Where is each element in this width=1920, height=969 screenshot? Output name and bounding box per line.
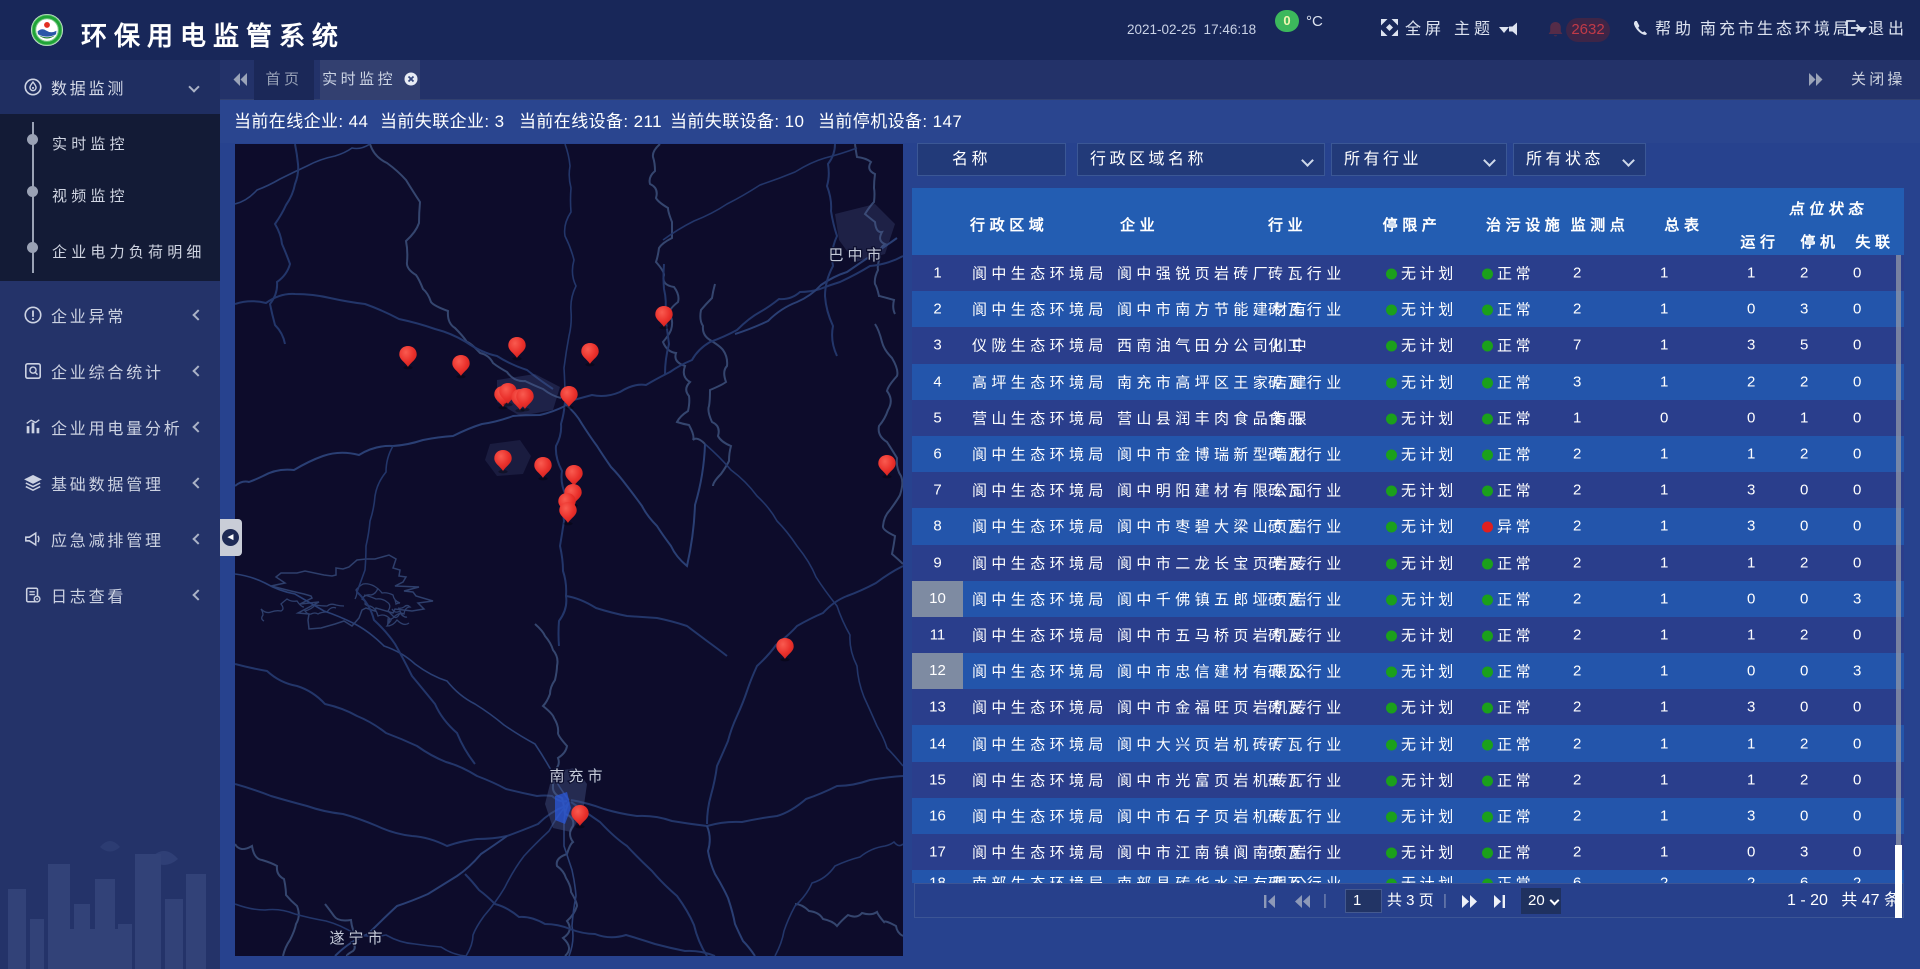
svg-text:南充市: 南充市	[549, 768, 606, 785]
svg-text:巴中市: 巴中市	[828, 247, 885, 264]
svg-text:遂宁市: 遂宁市	[329, 930, 386, 947]
